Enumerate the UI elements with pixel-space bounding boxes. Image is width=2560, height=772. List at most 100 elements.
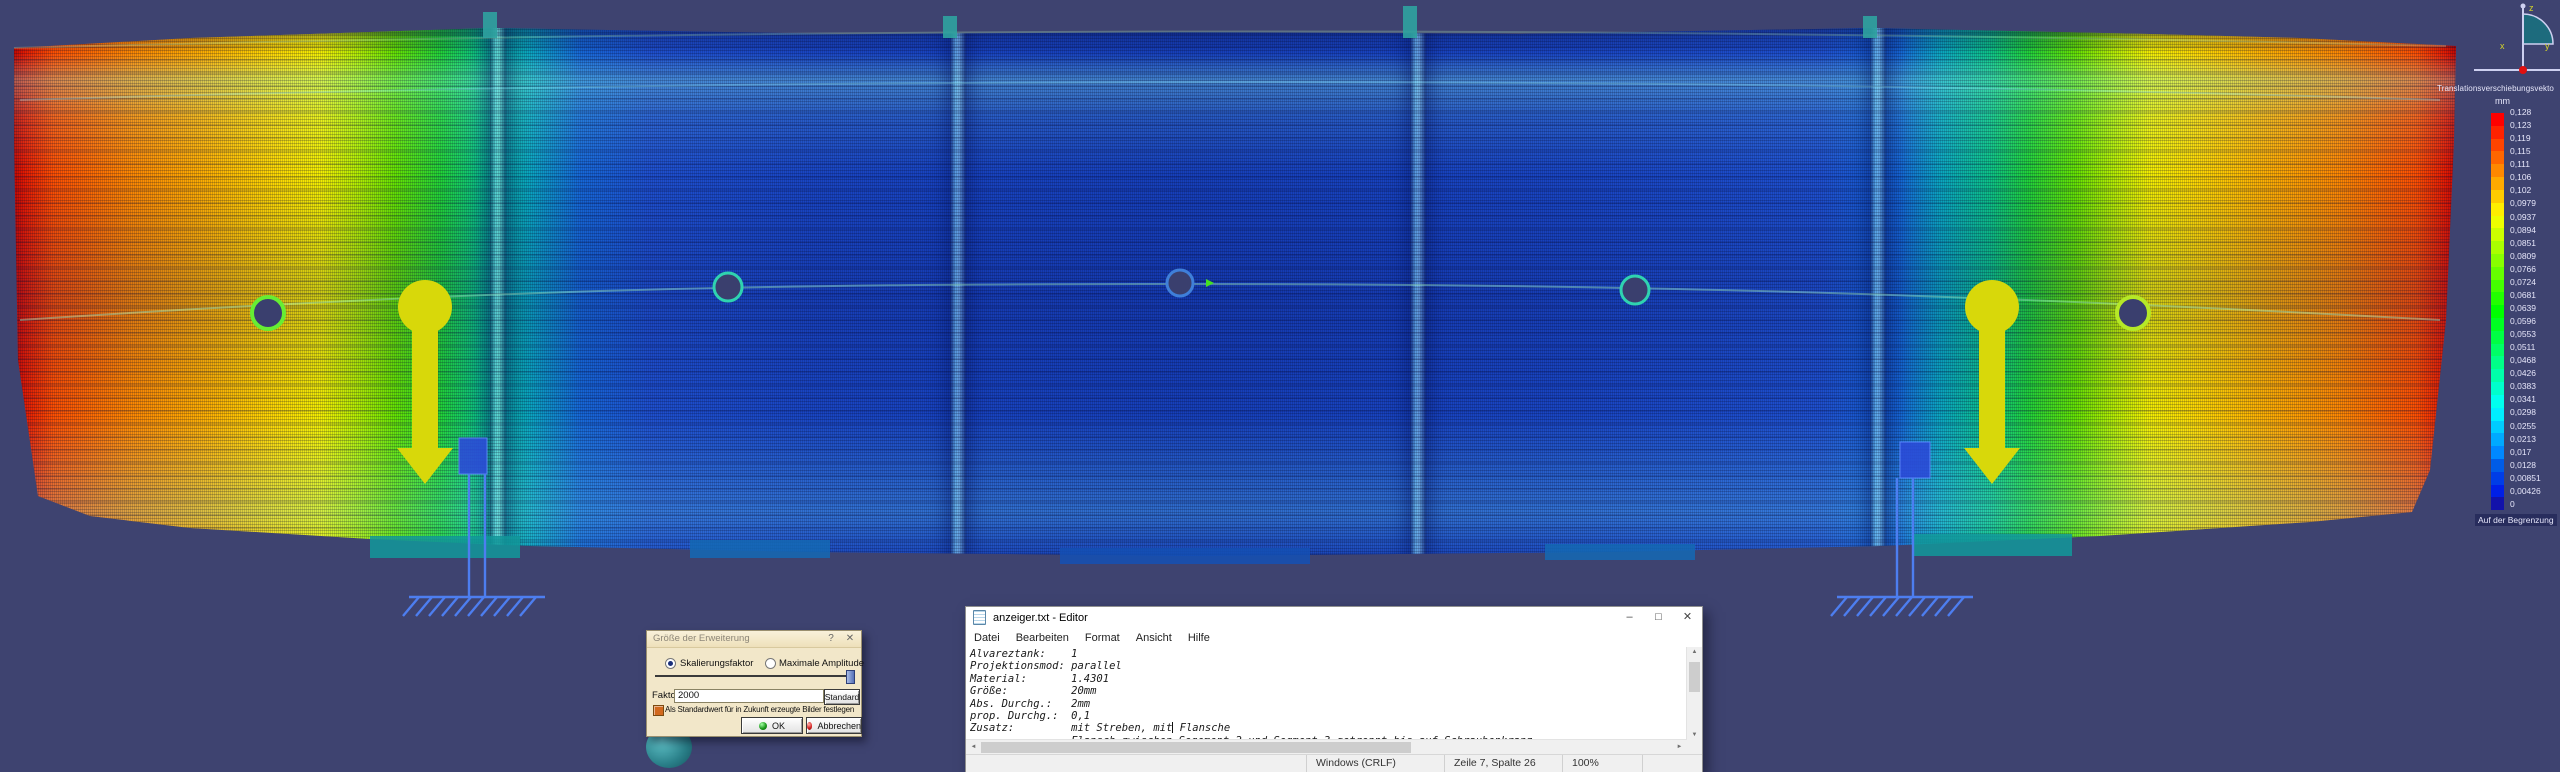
menu-item-0[interactable]: Datei	[966, 632, 1008, 644]
menu-item-1[interactable]: Bearbeiten	[1008, 632, 1077, 644]
legend-band	[2491, 395, 2504, 408]
color-legend: Translationsverschiebungsvekto mm 0,1280…	[2437, 84, 2560, 93]
legend-band	[2491, 421, 2504, 434]
legend-value: 0,128	[2510, 108, 2541, 117]
legend-value: 0,0766	[2510, 265, 2541, 274]
legend-band	[2491, 228, 2504, 241]
menu-item-2[interactable]: Format	[1077, 632, 1128, 644]
notepad-title-bar[interactable]: anzeiger.txt - Editor – □ ✕	[966, 607, 1702, 628]
legend-values: 0,1280,1230,1190,1150,1110,1060,1020,097…	[2510, 108, 2541, 509]
legend-band	[2491, 190, 2504, 203]
notepad-menu-bar: DateiBearbeitenFormatAnsichtHilfe	[966, 628, 1702, 648]
vertical-scroll-thumb[interactable]	[1689, 662, 1700, 692]
legend-value: 0,0724	[2510, 278, 2541, 287]
menu-item-3[interactable]: Ansicht	[1128, 632, 1180, 644]
legend-band	[2491, 382, 2504, 395]
notepad-title: anzeiger.txt - Editor	[993, 612, 1088, 624]
legend-band	[2491, 254, 2504, 267]
legend-band	[2491, 344, 2504, 357]
axis-triad: z x y	[2474, 3, 2560, 74]
scale-slider-handle[interactable]	[846, 670, 855, 684]
legend-band	[2491, 305, 2504, 318]
notepad-status-bar: Windows (CRLF) Zeile 7, Spalte 26 100%	[966, 754, 1702, 772]
dialog-close-icon[interactable]: ✕	[842, 631, 858, 647]
legend-value: 0,0979	[2510, 199, 2541, 208]
manhole-1	[252, 297, 284, 329]
legend-value: 0,0894	[2510, 226, 2541, 235]
legend-value: 0,0426	[2510, 369, 2541, 378]
horizontal-scrollbar[interactable]: ◄ ►	[966, 739, 1687, 755]
scroll-down-icon[interactable]: ▼	[1687, 732, 1702, 738]
manhole-5	[2117, 297, 2149, 329]
maximize-icon[interactable]: □	[1644, 607, 1673, 628]
caret-line-post: Flansche	[1173, 722, 1230, 734]
z-axis-label: z	[2529, 3, 2534, 13]
legend-band	[2491, 151, 2504, 164]
radio-scaling-label: Skalierungsfaktor	[680, 658, 753, 669]
legend-band	[2491, 497, 2504, 510]
cancel-button[interactable]: Abbrechen	[806, 717, 862, 734]
minimize-icon[interactable]: –	[1615, 607, 1644, 628]
y-axis-label: y	[2545, 41, 2550, 51]
legend-value: 0,0937	[2510, 213, 2541, 222]
legend-value: 0,0553	[2510, 330, 2541, 339]
scroll-left-icon[interactable]: ◄	[966, 744, 981, 750]
legend-title: Translationsverschiebungsvekto	[2437, 84, 2560, 93]
manhole-3	[1167, 270, 1193, 296]
legend-value: 0,115	[2510, 147, 2541, 156]
legend-value: 0,123	[2510, 121, 2541, 130]
legend-value: 0,00851	[2510, 474, 2541, 483]
radio-max-amplitude[interactable]	[765, 658, 776, 669]
legend-band	[2491, 292, 2504, 305]
legend-value: 0,111	[2510, 160, 2541, 169]
ok-button[interactable]: OK	[741, 717, 803, 734]
notepad-window: anzeiger.txt - Editor – □ ✕ DateiBearbei…	[965, 606, 1703, 772]
legend-band	[2491, 280, 2504, 293]
scaling-dialog: Größe der Erweiterung ? ✕ Skalierungsfak…	[646, 630, 862, 737]
horizontal-scroll-thumb[interactable]	[981, 742, 1411, 753]
legend-value: 0,0851	[2510, 239, 2541, 248]
text-editor-area[interactable]: Alvareztank: 1 Projektionsmod: parallel …	[966, 647, 1687, 740]
legend-value: 0,0511	[2510, 343, 2541, 352]
legend-band	[2491, 459, 2504, 472]
close-icon[interactable]: ✕	[1673, 607, 1702, 628]
legend-colorbar	[2491, 113, 2504, 510]
legend-value: 0,0128	[2510, 461, 2541, 470]
ok-button-label: OK	[772, 721, 785, 731]
legend-band	[2491, 177, 2504, 190]
legend-band	[2491, 369, 2504, 382]
legend-value: 0,102	[2510, 186, 2541, 195]
caret-line-pre: Zusatz: mit Streben, mit	[970, 722, 1172, 734]
scale-slider[interactable]	[655, 675, 848, 677]
scroll-up-icon[interactable]: ▲	[1687, 649, 1702, 655]
factor-input[interactable]: 2000	[674, 689, 824, 703]
notepad-icon	[973, 610, 986, 625]
legend-band	[2491, 113, 2504, 126]
radio-scaling-factor[interactable]	[665, 658, 676, 669]
dialog-help-icon[interactable]: ?	[823, 631, 839, 647]
legend-band	[2491, 485, 2504, 498]
status-line-ending: Windows (CRLF)	[1306, 755, 1444, 772]
legend-band	[2491, 408, 2504, 421]
default-checkbox[interactable]	[653, 705, 664, 716]
status-zoom-level: 100%	[1562, 755, 1642, 772]
scrollbar-corner	[1687, 740, 1702, 755]
catia-viewport[interactable]: z x y Translationsverschiebungsvekto mm …	[0, 0, 2560, 772]
legend-value: 0,0809	[2510, 252, 2541, 261]
radio-amplitude-label: Maximale Amplitude	[779, 658, 864, 669]
legend-band	[2491, 267, 2504, 280]
legend-value: 0,0213	[2510, 435, 2541, 444]
legend-value: 0,0639	[2510, 304, 2541, 313]
legend-value: 0,0298	[2510, 408, 2541, 417]
legend-band	[2491, 356, 2504, 369]
top-edge-line	[14, 31, 2446, 48]
bottom-feet	[370, 534, 2072, 564]
cancel-button-label: Abbrechen	[817, 721, 861, 731]
legend-band	[2491, 241, 2504, 254]
vertical-scrollbar[interactable]: ▲ ▼	[1686, 647, 1702, 740]
load-arrow-right	[1964, 280, 2020, 484]
standard-button[interactable]: Standard	[824, 689, 860, 705]
menu-item-4[interactable]: Hilfe	[1180, 632, 1218, 644]
legend-value: 0	[2510, 500, 2541, 509]
scroll-right-icon[interactable]: ►	[1672, 744, 1687, 750]
